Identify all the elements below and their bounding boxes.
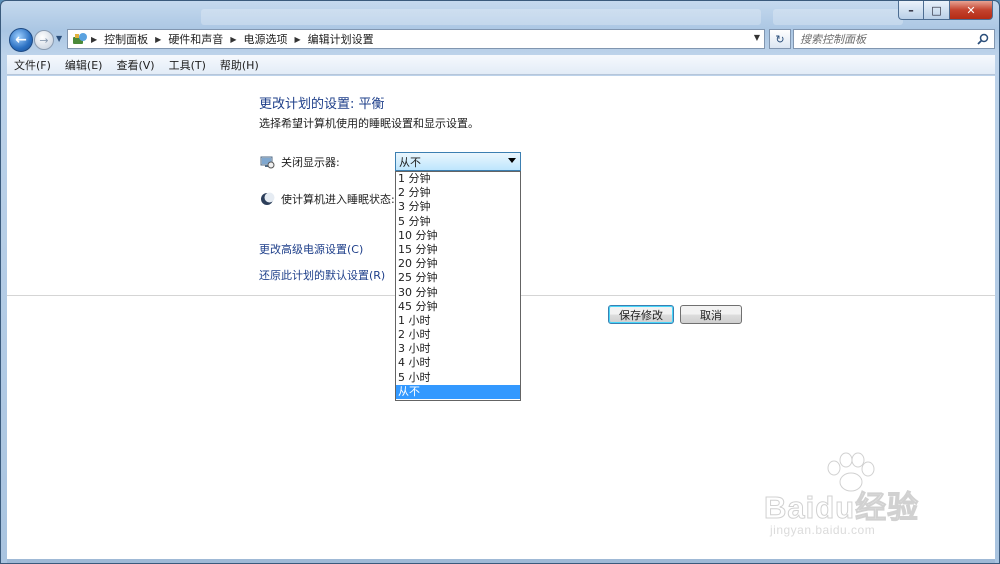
watermark-url: jingyan.baidu.com — [770, 523, 876, 537]
monitor-icon — [259, 154, 275, 170]
breadcrumb-item[interactable]: 硬件和声音 — [168, 31, 223, 47]
breadcrumb-item[interactable]: 电源选项 — [243, 31, 287, 47]
menu-help[interactable]: 帮助(H) — [213, 56, 266, 74]
menu-edit[interactable]: 编辑(E) — [58, 56, 110, 74]
cancel-button[interactable]: 取消 — [680, 305, 742, 324]
address-bar[interactable]: ▶ 控制面板 ▶ 硬件和声音 ▶ 电源选项 ▶ 编辑计划设置 ▼ — [67, 29, 765, 49]
breadcrumb-item[interactable]: 编辑计划设置 — [308, 31, 374, 47]
save-button[interactable]: 保存修改 — [608, 305, 674, 324]
display-off-value: 从不 — [399, 155, 421, 169]
breadcrumb: ▶ 控制面板 ▶ 硬件和声音 ▶ 电源选项 ▶ 编辑计划设置 — [91, 31, 374, 47]
maximize-button[interactable]: □ — [924, 1, 950, 20]
display-off-label: 关闭显示器: — [281, 156, 340, 169]
baidu-jingyan-watermark: Baidu经验 jingyan.baidu.com — [752, 452, 952, 547]
dropdown-option[interactable]: 2 分钟 — [396, 186, 520, 200]
recent-pages-dropdown[interactable]: ▼ — [56, 35, 64, 43]
page-title: 更改计划的设置: 平衡 — [259, 97, 385, 112]
menu-file[interactable]: 文件(F) — [7, 56, 58, 74]
moon-icon — [259, 191, 275, 207]
menu-view[interactable]: 查看(V) — [109, 56, 161, 74]
display-off-row: 关闭显示器: — [259, 154, 340, 170]
dropdown-option[interactable]: 15 分钟 — [396, 243, 520, 257]
dropdown-option[interactable]: 3 小时 — [396, 342, 520, 356]
watermark-brand: Baidu经验 — [763, 490, 920, 526]
dropdown-option[interactable]: 1 小时 — [396, 314, 520, 328]
display-off-select[interactable]: 从不 — [395, 152, 521, 171]
forward-button[interactable]: → — [34, 30, 54, 50]
refresh-button[interactable]: ↻ — [769, 29, 791, 49]
display-off-dropdown-list: 1 分钟 2 分钟 3 分钟 5 分钟 10 分钟 15 分钟 20 分钟 25 分钟 30 分… — [395, 171, 521, 401]
dropdown-option[interactable]: 2 小时 — [396, 328, 520, 342]
dropdown-option[interactable]: 25 分钟 — [396, 271, 520, 285]
back-button[interactable]: ← — [9, 28, 33, 52]
dropdown-option[interactable]: 1 分钟 — [396, 172, 520, 186]
chevron-down-icon — [508, 158, 516, 163]
page-description: 选择希望计算机使用的睡眠设置和显示设置。 — [259, 117, 479, 130]
breadcrumb-item[interactable]: 控制面板 — [104, 31, 148, 47]
dropdown-option[interactable]: 5 分钟 — [396, 215, 520, 229]
sleep-row: 使计算机进入睡眠状态: — [259, 191, 395, 207]
dropdown-option[interactable]: 从不 — [396, 384, 520, 399]
dropdown-option[interactable]: 45 分钟 — [396, 300, 520, 314]
menu-bar: 文件(F) 编辑(E) 查看(V) 工具(T) 帮助(H) — [7, 55, 995, 75]
dropdown-option[interactable]: 30 分钟 — [396, 286, 520, 300]
restore-defaults-link[interactable]: 还原此计划的默认设置(R) — [259, 267, 385, 283]
dropdown-option[interactable]: 3 分钟 — [396, 200, 520, 214]
dropdown-option[interactable]: 10 分钟 — [396, 229, 520, 243]
background-window-title — [201, 9, 761, 25]
caption-buttons: – □ ✕ — [898, 1, 993, 20]
search-icon[interactable] — [977, 33, 989, 45]
search-box — [793, 29, 995, 49]
search-input[interactable] — [800, 32, 970, 46]
dropdown-option[interactable]: 20 分钟 — [396, 257, 520, 271]
dropdown-option[interactable]: 5 小时 — [396, 371, 520, 385]
background-window-title — [773, 9, 903, 25]
address-dropdown-icon[interactable]: ▼ — [754, 33, 760, 42]
close-button[interactable]: ✕ — [950, 1, 993, 20]
sleep-label: 使计算机进入睡眠状态: — [281, 193, 395, 206]
navigation-bar: ← → ▼ ▶ 控制面板 ▶ 硬件和声音 ▶ 电源选项 ▶ 编辑计划设置 ▼ ↻… — [7, 27, 995, 52]
minimize-button[interactable]: – — [898, 1, 924, 20]
window-bottom-border — [7, 559, 995, 563]
control-panel-icon — [72, 32, 88, 46]
dropdown-option[interactable]: 4 小时 — [396, 356, 520, 370]
menu-tools[interactable]: 工具(T) — [162, 56, 213, 74]
advanced-power-settings-link[interactable]: 更改高级电源设置(C) — [259, 241, 363, 257]
